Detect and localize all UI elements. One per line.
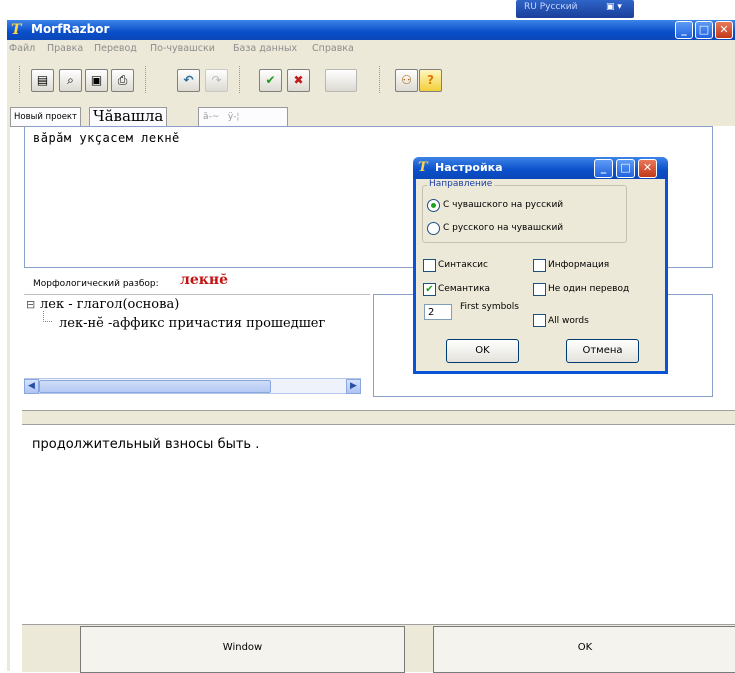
language-bar[interactable]: RU Русский ▣ ▾ [516,0,634,18]
users-icon[interactable]: ⚇ [395,69,418,92]
menu-chuvash[interactable]: По-чувашски [150,43,215,54]
app-icon: T [11,22,22,38]
radio-chuv-to-rus[interactable] [427,199,440,212]
toolbar-separator [145,66,147,93]
toolbar-separator [239,66,241,93]
info-checkbox-label[interactable]: Информация [548,260,609,270]
cross-icon[interactable]: ✖ [287,69,310,92]
tree-connector [43,311,52,322]
morph-analysis-label: Морфологический разбор: [33,279,159,289]
radio-rus-to-chuv-label[interactable]: С русского на чувашский [443,223,563,233]
splitter[interactable] [22,410,735,425]
tab-chuvash[interactable]: Чăвашла [89,107,168,127]
tab-row: Новый проект Чăвашла ă-~ ÿ-¦ [10,104,735,127]
language-bar-label: RU Русский [524,2,578,12]
dialog-ok-button[interactable]: OK [446,339,519,363]
window-titlebar[interactable]: T MorfRazbor _ □ ✕ [7,20,735,40]
dialog-maximize-button[interactable]: □ [616,159,635,178]
dialog-close-button[interactable]: ✕ [638,159,657,178]
scroll-right-icon[interactable]: ▶ [346,379,361,394]
semantics-checkbox-label[interactable]: Семантика [438,284,490,294]
settings-dialog: T Настройка _ □ ✕ Направление С чувашско… [413,157,668,374]
open-folder-icon[interactable]: ⌕ [59,69,82,92]
first-symbols-field[interactable]: 2 [424,304,452,320]
semantics-checkbox[interactable]: ✔ [423,283,436,296]
syntax-checkbox[interactable] [423,259,436,272]
menu-edit[interactable]: Правка [47,43,83,54]
menu-bar: Файл Правка Перевод По-чувашски База дан… [7,40,735,58]
tab-symbols[interactable]: ă-~ ÿ-¦ [198,107,288,127]
tab-new-project[interactable]: Новый проект [10,107,82,127]
direction-group-label: Направление [427,179,495,189]
save-disk-icon[interactable]: ▣ [85,69,108,92]
collapse-icon[interactable]: ⊟ [26,298,35,311]
check-icon[interactable]: ✔ [259,69,282,92]
dialog-minimize-button[interactable]: _ [594,159,613,178]
output-text: продолжительный взносы быть . [32,437,260,452]
dialog-app-icon: T [418,160,428,175]
all-words-checkbox[interactable] [533,314,546,327]
multi-translation-checkbox[interactable] [533,283,546,296]
keyboard-icon: ▣ ▾ [606,2,622,12]
menu-file[interactable]: Файл [9,43,35,54]
all-words-checkbox-label[interactable]: All words [548,316,589,326]
morph-analysis-word: лекнĕ [180,272,229,288]
new-page-icon[interactable]: ▤ [31,69,54,92]
menu-database[interactable]: База данных [233,43,297,54]
toolbar-grip [19,66,21,93]
dialog-titlebar[interactable]: T Настройка _ □ ✕ [413,157,668,179]
radio-chuv-to-rus-label[interactable]: С чувашского на русский [443,200,563,210]
undo-icon[interactable]: ↶ [177,69,200,92]
window-button[interactable]: Window [80,626,405,673]
redo-icon[interactable]: ↷ [205,69,228,92]
tab-symbol-2: ÿ-¦ [227,112,240,122]
tab-symbol-1: ă-~ [203,112,220,122]
tree-child-node[interactable]: лек-нĕ -аффикс причастия прошедшег [59,316,325,331]
info-checkbox[interactable] [533,259,546,272]
horizontal-scrollbar[interactable]: ◀ ▶ [24,378,361,394]
menu-translate[interactable]: Перевод [94,43,137,54]
radio-rus-to-chuv[interactable] [427,222,440,235]
multi-translation-checkbox-label[interactable]: Не один перевод [548,284,629,294]
tree-root-node[interactable]: лек - глагол(основа) [40,297,179,312]
window-left-border [7,104,10,671]
scroll-left-icon[interactable]: ◀ [24,379,39,394]
minimize-button[interactable]: _ [675,21,693,39]
help-icon[interactable]: ? [419,69,442,92]
window-title: MorfRazbor [31,22,110,36]
maximize-button[interactable]: □ [695,21,713,39]
print-icon[interactable]: ⎙ [111,69,134,92]
dialog-cancel-button[interactable]: Отмена [566,339,639,363]
toolbar: ▤ ⌕ ▣ ⎙ ↶ ↷ ✔ ✖ ⚇ ? [7,58,735,104]
first-symbols-label: First symbols [460,302,519,312]
scroll-thumb[interactable] [39,380,271,393]
direction-group: Направление С чувашского на русский С ру… [422,179,627,243]
dialog-title: Настройка [435,161,503,174]
toolbar-separator [379,66,381,93]
menu-help[interactable]: Справка [312,43,354,54]
output-text-panel[interactable]: продолжительный взносы быть . [24,424,735,625]
blank-toolbar-button[interactable] [325,69,357,92]
ok-button[interactable]: OK [433,626,735,673]
input-text: вăрăм укçасем лекнĕ [33,131,180,145]
syntax-checkbox-label[interactable]: Синтаксис [438,260,488,270]
close-button[interactable]: ✕ [715,21,733,39]
